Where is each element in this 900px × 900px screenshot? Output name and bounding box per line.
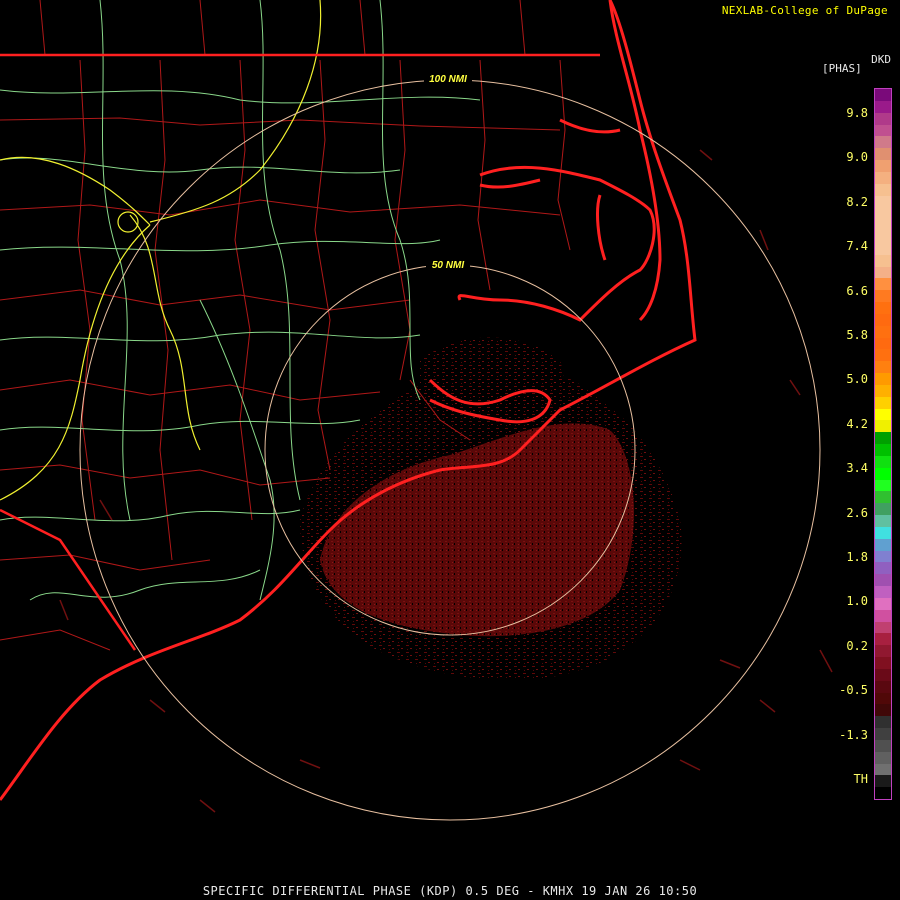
legend-color-segment <box>875 432 891 445</box>
legend-color-segment <box>875 515 891 528</box>
legend-color-segment <box>875 349 891 362</box>
product-units-label: [PHAS] <box>822 62 862 75</box>
legend-color-segment <box>875 751 891 765</box>
legend-color-segment <box>875 491 891 504</box>
legend-color-segment <box>875 361 891 374</box>
legend-tick-label: 1.8 <box>846 550 868 564</box>
legend-color-segment <box>875 124 891 137</box>
legend-color-segment <box>875 207 891 220</box>
legend-tick-label: 9.0 <box>846 150 868 165</box>
range-ring-labels: 100 NMI 50 NMI <box>424 72 472 271</box>
legend-color-segment <box>875 373 891 386</box>
legend-color-segment <box>875 384 891 398</box>
legend-color-segment <box>875 396 891 410</box>
legend-color-segment <box>875 621 891 634</box>
legend-color-segment <box>875 574 891 587</box>
legend-color-segment <box>875 645 891 658</box>
legend-color-segment <box>875 586 891 599</box>
legend-tick-label: 1.0 <box>846 594 868 609</box>
legend-tick-label: 5.0 <box>846 372 868 387</box>
legend-color-segment <box>875 455 891 469</box>
legend-tick-label: 3.4 <box>846 461 868 476</box>
legend-tick-label: 9.8 <box>846 106 868 120</box>
legend-color-segment <box>875 219 891 232</box>
legend-color-segment <box>875 467 891 481</box>
legend-tick-label: 7.4 <box>846 239 868 254</box>
legend-color-segment <box>875 609 891 623</box>
legend-color-segment <box>875 657 891 670</box>
legend-color-segment <box>875 112 891 126</box>
legend-tick-label: 6.6 <box>846 283 868 298</box>
legend-color-segment <box>875 728 891 741</box>
legend-tick-label: 0.2 <box>846 638 868 653</box>
legend-color-segment <box>875 313 891 327</box>
legend-tick-label: -0.5 <box>839 683 868 698</box>
legend-color-segment <box>875 538 891 552</box>
legend-color-segment <box>875 290 891 303</box>
legend-color-segment <box>875 597 891 611</box>
legend-color-segment <box>875 148 891 161</box>
legend-color-segment <box>875 420 891 433</box>
legend-color-segment <box>875 550 891 563</box>
legend-color-segment <box>875 183 891 197</box>
legend-tick-label: 8.2 <box>846 194 868 209</box>
range-ring-100-label: 100 NMI <box>429 74 467 85</box>
range-ring-50-label: 50 NMI <box>432 260 464 271</box>
legend-color-segment <box>875 195 891 208</box>
legend-color-segment <box>875 171 891 185</box>
legend-color-segment <box>875 254 891 268</box>
product-code-label: DKD <box>871 53 891 66</box>
radar-map: 100 NMI 50 NMI <box>0 0 833 821</box>
credit-text: NEXLAB-College of DuPage <box>721 4 888 17</box>
legend-tick-label: TH <box>853 772 868 786</box>
legend-color-segment <box>875 775 891 788</box>
legend-color-segment <box>875 633 891 646</box>
legend-tick-label: -1.3 <box>839 727 868 742</box>
legend-color-segment <box>875 337 891 350</box>
legend-color-segment <box>875 160 891 173</box>
color-legend-bar <box>874 88 892 800</box>
legend-color-segment <box>875 325 891 339</box>
legend-color-segment <box>875 787 891 799</box>
legend-color-segment <box>875 739 891 753</box>
legend-color-segment <box>875 668 891 682</box>
legend-color-segment <box>875 526 891 540</box>
legend-color-segment <box>875 302 891 315</box>
legend-color-segment <box>875 763 891 776</box>
legend-color-segment <box>875 503 891 516</box>
legend-color-segment <box>875 716 891 729</box>
legend-color-segment <box>875 680 891 694</box>
legend-color-segment <box>875 266 891 279</box>
legend-color-segment <box>875 242 891 256</box>
legend-color-segment <box>875 479 891 492</box>
legend-color-segment <box>875 278 891 291</box>
legend-tick-label: 5.8 <box>846 328 868 342</box>
legend-color-segment <box>875 408 891 421</box>
legend-color-segment <box>875 692 891 705</box>
legend-color-segment <box>875 704 891 717</box>
legend-tick-label: 4.2 <box>846 416 868 431</box>
legend-color-segment <box>875 89 891 102</box>
legend-tick-label: 2.6 <box>846 505 868 520</box>
legend-color-segment <box>875 100 891 114</box>
legend-color-segment <box>875 136 891 149</box>
legend-color-segment <box>875 231 891 244</box>
legend-color-segment <box>875 444 891 457</box>
product-title: SPECIFIC DIFFERENTIAL PHASE (KDP) 0.5 DE… <box>202 884 698 898</box>
legend-color-segment <box>875 562 891 575</box>
